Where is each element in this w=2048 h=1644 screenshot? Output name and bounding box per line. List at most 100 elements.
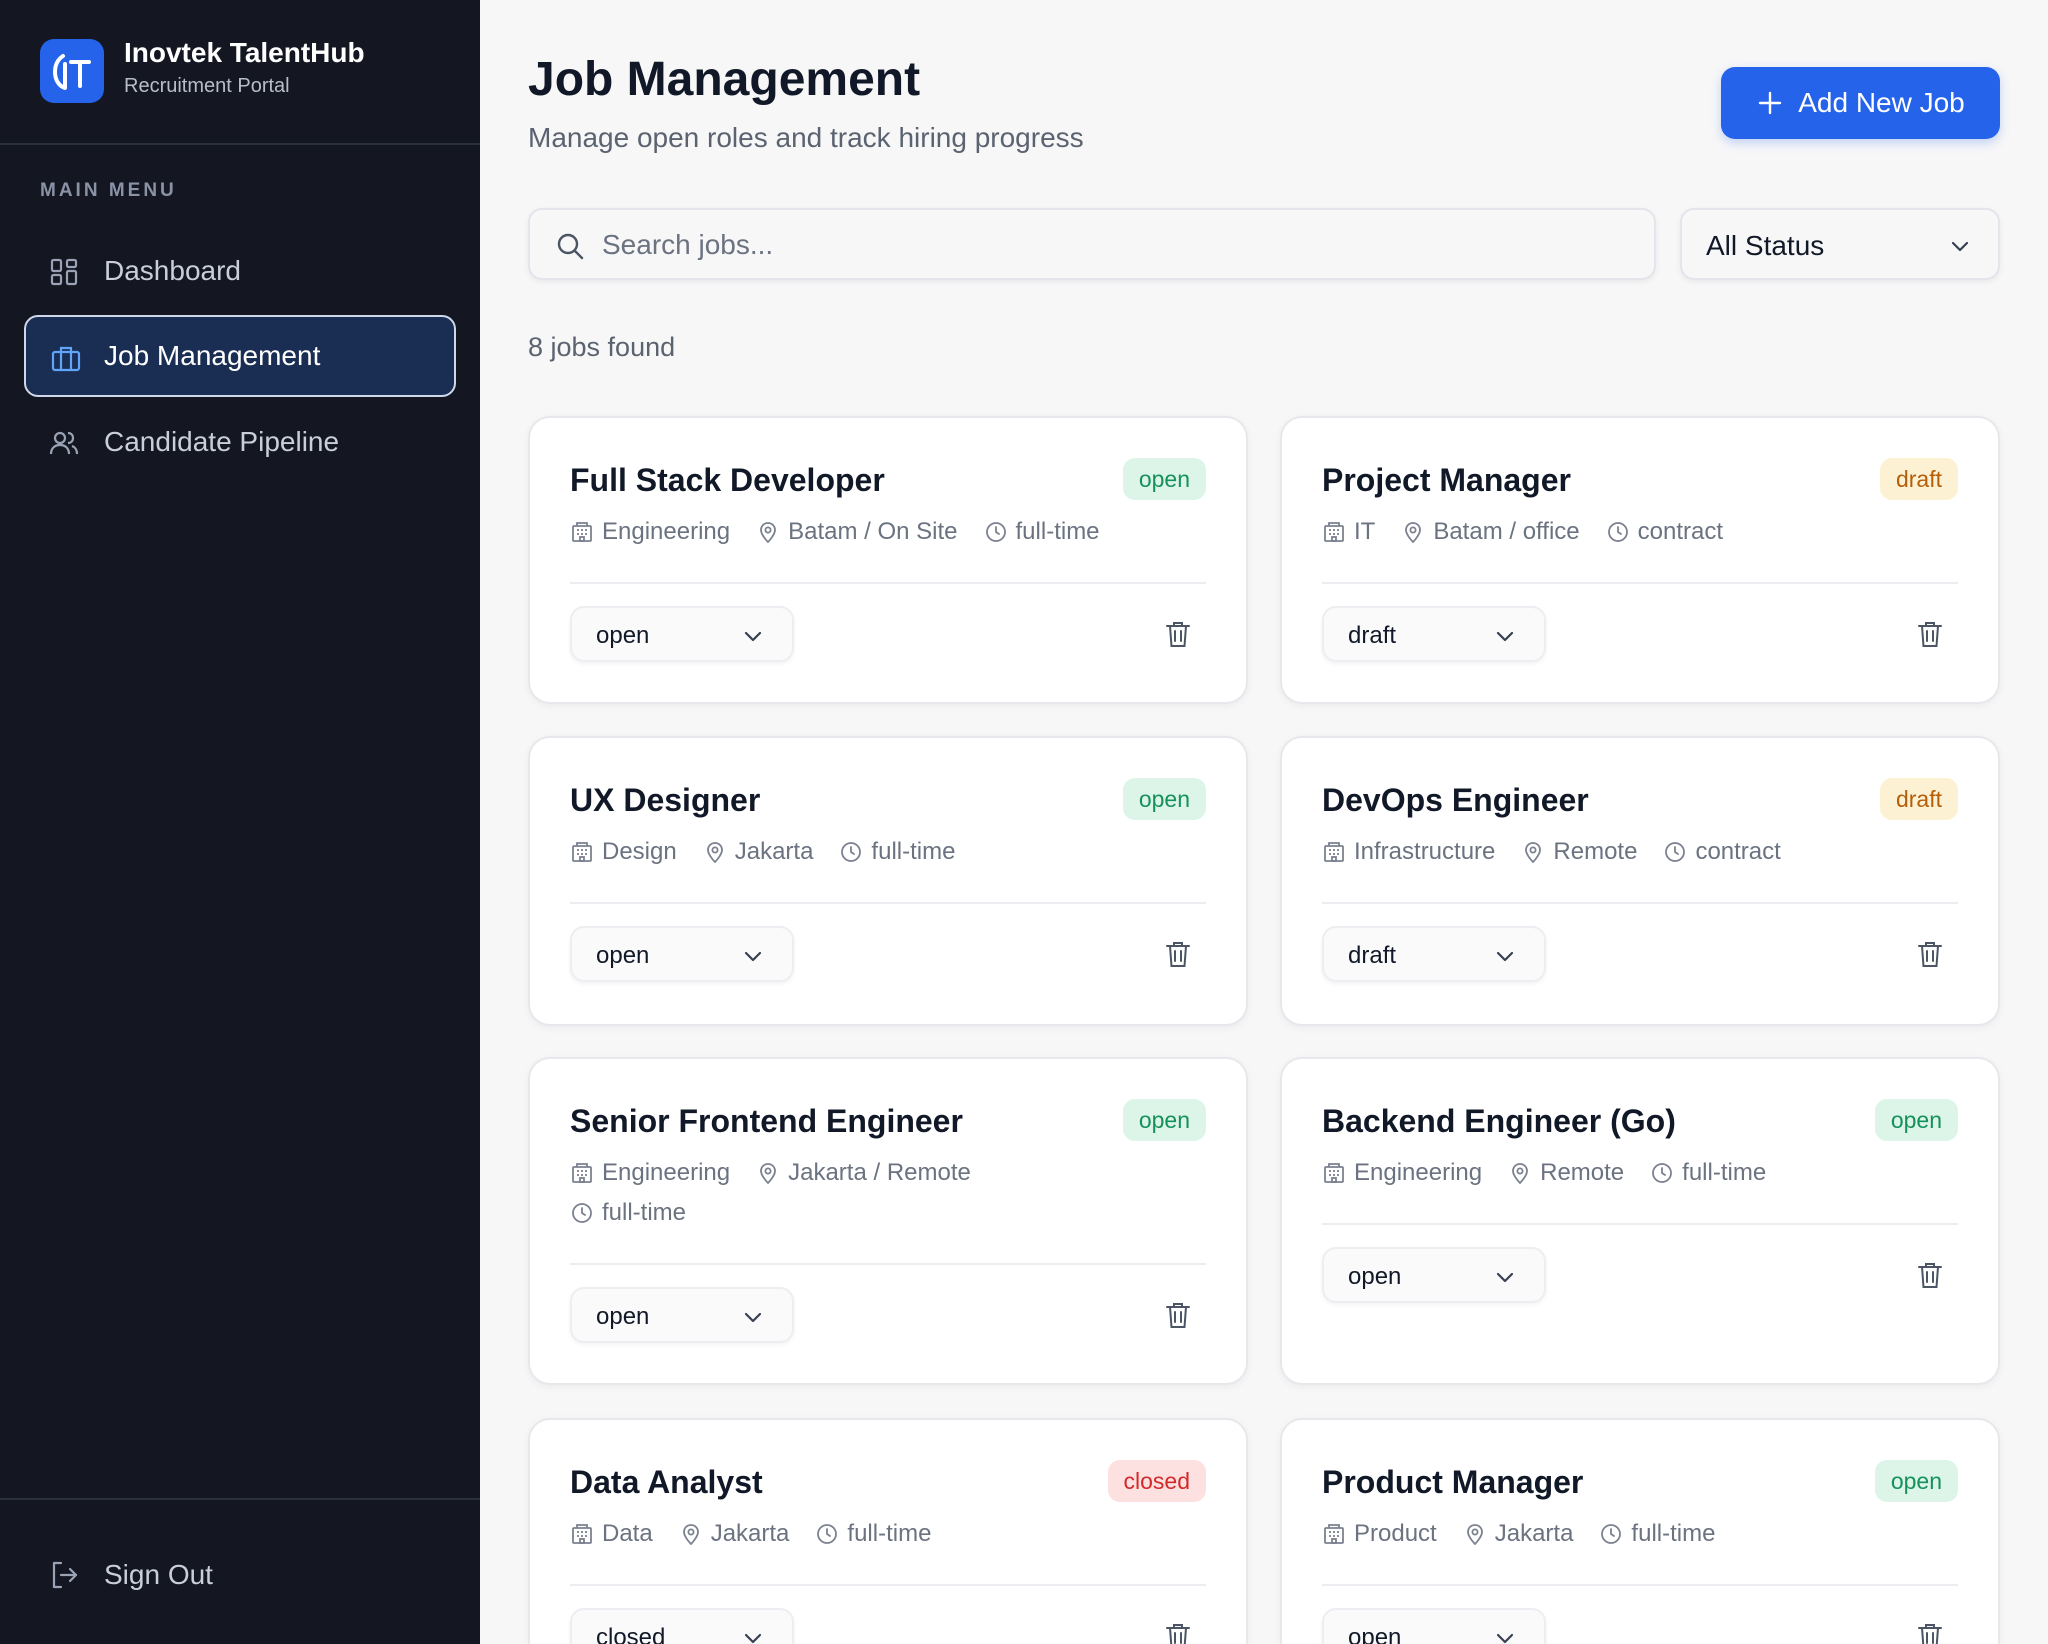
- status-badge: open: [1874, 1460, 1958, 1502]
- chevron-down-icon: [1496, 1272, 1514, 1283]
- job-card[interactable]: Project Manager draft IT Batam / office cont…: [1280, 416, 2000, 704]
- job-card[interactable]: UX Designer open Design Jakarta full-time ope…: [528, 736, 1248, 1026]
- job-type: full-time: [602, 1199, 687, 1226]
- add-new-job-label: Add New Job: [1798, 87, 1965, 118]
- clock-icon: [1665, 842, 1686, 862]
- chevron-down-icon: [1951, 241, 1969, 252]
- status-badge: open: [1122, 778, 1206, 820]
- results-count: 8 jobs found: [528, 332, 676, 362]
- trash-icon[interactable]: [1162, 1620, 1194, 1644]
- job-department: Engineering: [602, 1159, 731, 1186]
- status-filter-select[interactable]: All Status: [1680, 208, 2000, 280]
- map-pin-icon: [760, 522, 777, 544]
- building-icon: [572, 522, 592, 542]
- status-badge: open: [1874, 1099, 1958, 1141]
- job-card[interactable]: DevOps Engineer draft Infrastructure Remote…: [1280, 736, 2000, 1026]
- job-title: Data Analyst: [570, 1464, 763, 1500]
- job-location: Jakarta: [710, 1520, 790, 1547]
- brand-subtitle: Recruitment Portal: [124, 75, 290, 97]
- building-icon: [572, 842, 592, 862]
- card-divider: [570, 902, 1206, 904]
- card-divider: [570, 1584, 1206, 1586]
- job-status-value: closed: [596, 1624, 666, 1644]
- trash-icon[interactable]: [1162, 618, 1194, 650]
- trash-icon[interactable]: [1914, 1259, 1946, 1291]
- sidebar-item-label: Candidate Pipeline: [104, 426, 340, 457]
- search-box: [528, 208, 1656, 280]
- sidebar-item-label: Dashboard: [104, 255, 241, 286]
- job-location: Jakarta / Remote: [788, 1159, 971, 1186]
- job-status-select[interactable]: draft: [1322, 926, 1546, 982]
- job-card[interactable]: Full Stack Developer open Engineering Batam…: [528, 416, 1248, 704]
- building-icon: [572, 1524, 592, 1544]
- chevron-down-icon: [744, 951, 762, 962]
- status-badge: draft: [1879, 778, 1958, 820]
- sidebar-item-dashboard[interactable]: Dashboard: [24, 230, 456, 312]
- brand-title: Inovtek TalentHub: [124, 37, 365, 68]
- job-status-select[interactable]: open: [1322, 1608, 1546, 1644]
- job-department: Design: [602, 838, 677, 865]
- users-icon: [49, 431, 79, 455]
- sidebar-footer: Sign Out: [0, 1498, 480, 1644]
- building-icon: [1324, 842, 1344, 862]
- job-type: full-time: [1631, 1520, 1716, 1547]
- page-subtitle: Manage open roles and track hiring progr…: [528, 122, 1084, 153]
- job-status-select[interactable]: open: [570, 606, 794, 662]
- job-title: Project Manager: [1322, 462, 1571, 498]
- job-status-select[interactable]: draft: [1322, 606, 1546, 662]
- job-department: Data: [602, 1520, 653, 1547]
- job-title: Backend Engineer (Go): [1322, 1103, 1676, 1139]
- job-department: IT: [1354, 518, 1376, 545]
- job-department: Infrastructure: [1354, 838, 1496, 865]
- map-pin-icon: [682, 1524, 699, 1546]
- job-status-select[interactable]: open: [570, 1287, 794, 1343]
- status-badge: draft: [1879, 458, 1958, 500]
- status-filter-value: All Status: [1706, 230, 1825, 261]
- job-status-value: open: [596, 1303, 650, 1330]
- add-new-job-button[interactable]: Add New Job: [1721, 67, 2000, 139]
- brand-header: Inovtek TalentHub Recruitment Portal: [0, 0, 480, 145]
- card-divider: [1322, 1584, 1958, 1586]
- map-pin-icon: [760, 1163, 777, 1185]
- job-location: Remote: [1540, 1159, 1625, 1186]
- page-title: Job Management: [528, 53, 921, 106]
- chevron-down-icon: [1496, 951, 1514, 962]
- sign-out-label: Sign Out: [104, 1559, 213, 1590]
- job-card[interactable]: Backend Engineer (Go) open Engineering Remo…: [1280, 1057, 2000, 1385]
- map-pin-icon: [1405, 522, 1422, 544]
- clock-icon: [985, 522, 1006, 542]
- chevron-down-icon: [744, 1633, 762, 1644]
- chevron-down-icon: [1496, 631, 1514, 642]
- job-card[interactable]: Product Manager open Product Jakarta full-ti…: [1280, 1418, 2000, 1644]
- job-status-select[interactable]: open: [1322, 1247, 1546, 1303]
- trash-icon[interactable]: [1162, 938, 1194, 970]
- sign-out-button[interactable]: Sign Out: [24, 1540, 456, 1610]
- sidebar-item-job-management[interactable]: Job Management: [24, 315, 456, 397]
- job-card[interactable]: Senior Frontend Engineer open Engineering J…: [528, 1057, 1248, 1385]
- status-badge: closed: [1107, 1460, 1206, 1502]
- job-title: DevOps Engineer: [1322, 782, 1589, 818]
- map-pin-icon: [706, 842, 723, 864]
- trash-icon[interactable]: [1914, 938, 1946, 970]
- map-pin-icon: [1525, 842, 1542, 864]
- job-type: contract: [1637, 518, 1723, 545]
- job-status-value: open: [1348, 1624, 1402, 1644]
- trash-icon[interactable]: [1914, 1620, 1946, 1644]
- job-card[interactable]: Data Analyst closed Data Jakarta full-time cl…: [528, 1418, 1248, 1644]
- job-location: Jakarta: [734, 838, 814, 865]
- card-divider: [1322, 582, 1958, 584]
- card-divider: [570, 1263, 1206, 1265]
- job-department: Product: [1354, 1520, 1437, 1547]
- job-title: UX Designer: [570, 782, 761, 818]
- status-badge: open: [1122, 1099, 1206, 1141]
- search-input[interactable]: [602, 220, 1632, 270]
- job-status-select[interactable]: open: [570, 926, 794, 982]
- building-icon: [572, 1163, 592, 1183]
- trash-icon[interactable]: [1914, 618, 1946, 650]
- status-badge: open: [1122, 458, 1206, 500]
- job-location: Remote: [1553, 838, 1638, 865]
- trash-icon[interactable]: [1162, 1299, 1194, 1331]
- sidebar-item-candidate-pipeline[interactable]: Candidate Pipeline: [24, 401, 456, 483]
- job-status-select[interactable]: closed: [570, 1608, 794, 1644]
- job-title: Full Stack Developer: [570, 462, 885, 498]
